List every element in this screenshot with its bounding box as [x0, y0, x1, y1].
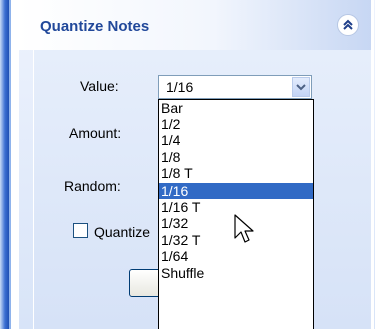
random-label: Random: [64, 178, 121, 194]
combobox-dropdown-button[interactable] [292, 77, 310, 97]
mouse-pointer-icon [234, 214, 254, 243]
value-combobox-text: 1/16 [166, 79, 194, 95]
window-edge [0, 0, 9, 329]
dropdown-option[interactable]: 1/16 T [159, 200, 313, 215]
dropdown-option[interactable]: 1/8 T [159, 166, 313, 181]
dropdown-option[interactable]: 1/8 [159, 150, 313, 165]
value-combobox[interactable]: 1/16 [158, 75, 312, 99]
dropdown-option-selected[interactable]: 1/16 [159, 183, 313, 199]
window-edge-line [9, 0, 11, 329]
dropdown-option[interactable]: 1/2 [159, 117, 313, 132]
quantize-checkbox[interactable] [73, 223, 88, 238]
amount-label: Amount: [69, 125, 122, 141]
dropdown-option[interactable]: Bar [159, 101, 313, 116]
collapse-button[interactable] [337, 14, 359, 36]
panel-title: Quantize Notes [40, 18, 150, 35]
quantize-checkbox-label[interactable]: Quantize [94, 224, 157, 240]
chevron-double-up-icon [343, 19, 353, 30]
value-label: Value: [80, 78, 119, 94]
dropdown-option[interactable]: 1/4 [159, 133, 313, 148]
panel-border [371, 0, 374, 329]
chevron-down-icon [296, 84, 306, 91]
dropdown-option[interactable]: Shuffle [159, 266, 313, 281]
dropdown-option[interactable]: 1/64 [159, 249, 313, 264]
